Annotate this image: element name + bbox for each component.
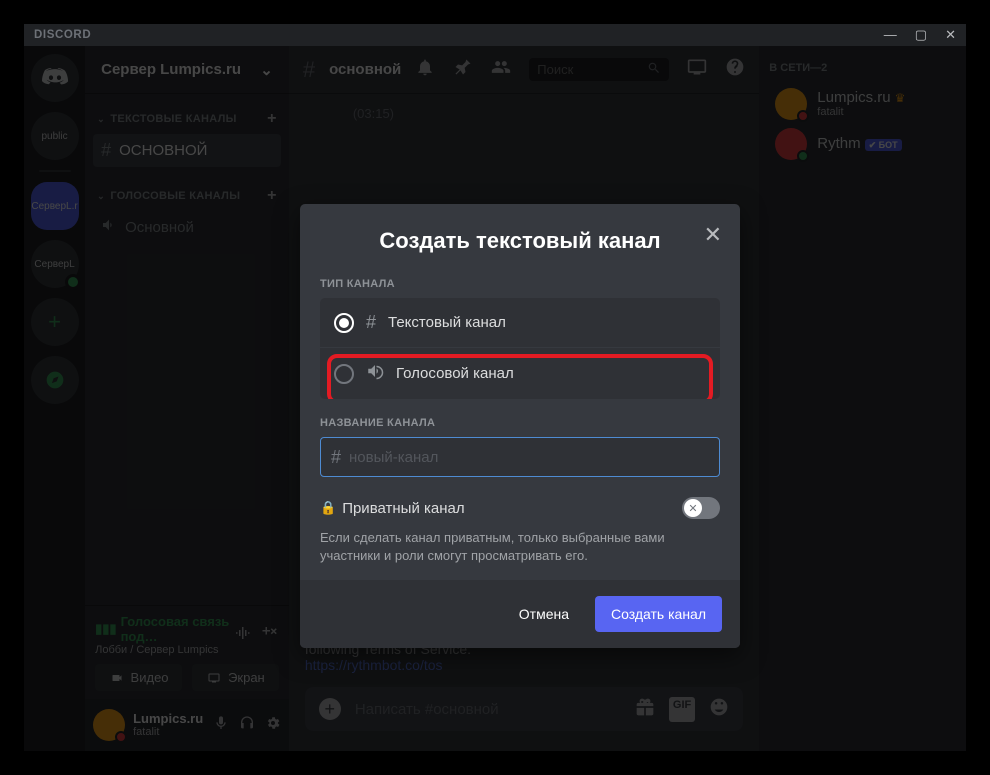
radio-indicator — [334, 364, 354, 384]
hash-icon: # — [331, 447, 341, 468]
channel-type-group: # Текстовый канал Голосовой канал — [320, 298, 720, 399]
app-name: DISCORD — [34, 29, 91, 41]
radio-text-channel[interactable]: # Текстовый канал — [320, 298, 720, 348]
create-channel-modal: Создать текстовый канал ✕ ТИП КАНАЛА # Т… — [300, 204, 740, 648]
radio-indicator-checked — [334, 313, 354, 333]
maximize-button[interactable]: ▢ — [915, 27, 927, 43]
name-label: НАЗВАНИЕ КАНАЛА — [320, 417, 720, 429]
close-icon[interactable]: ✕ — [704, 222, 722, 248]
minimize-button[interactable]: — — [884, 27, 897, 43]
channel-name-input[interactable] — [349, 449, 709, 466]
radio-voice-channel[interactable]: Голосовой канал — [320, 348, 720, 399]
hash-icon: # — [366, 312, 376, 333]
private-description: Если сделать канал приватным, только выб… — [320, 529, 720, 564]
channel-name-field[interactable]: # — [320, 437, 720, 477]
modal-title: Создать текстовый канал — [320, 228, 720, 254]
lock-icon: 🔒 — [320, 500, 336, 516]
type-label: ТИП КАНАЛА — [320, 278, 720, 290]
private-toggle[interactable]: ✕ — [682, 497, 720, 519]
speaker-icon — [366, 362, 384, 385]
create-button[interactable]: Создать канал — [595, 596, 722, 632]
titlebar: DISCORD — ▢ ✕ — [24, 24, 966, 46]
cancel-button[interactable]: Отмена — [503, 596, 585, 632]
close-button[interactable]: ✕ — [945, 27, 956, 43]
